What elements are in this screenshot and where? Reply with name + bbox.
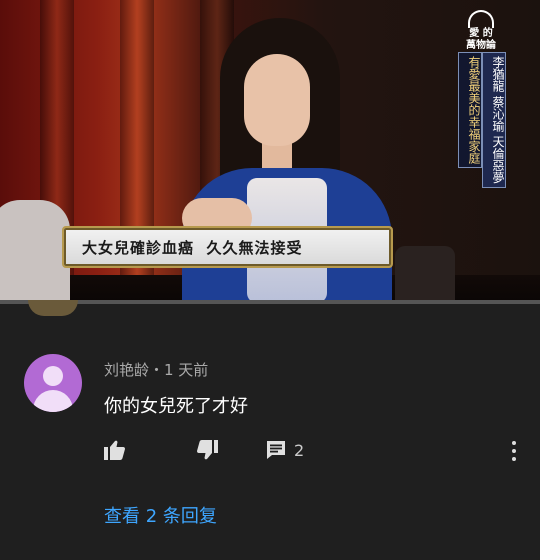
video-progress-bar[interactable] (0, 300, 540, 304)
video-caption: 大女兒確診血癌 久久無法接受 (62, 226, 393, 268)
reply-button[interactable]: 2 (266, 438, 304, 462)
guest-figure (0, 200, 70, 303)
vertical-banner-names: 李猶龍 蔡沁瑜 天倫惡夢 (482, 52, 506, 188)
more-options-button[interactable] (508, 440, 520, 462)
vertical-banner-topic: 有愛最美的幸福家庭 (458, 52, 482, 168)
previous-avatar-partial (28, 300, 78, 316)
show-logo: 愛 的 萬物論 (455, 10, 507, 51)
video-frame[interactable]: 愛 的 萬物論 李猶龍 蔡沁瑜 天倫惡夢 有愛最美的幸福家庭 大女兒確診血癌 久… (0, 0, 540, 303)
reply-comment-icon (267, 441, 285, 459)
reply-count: 2 (294, 440, 305, 460)
caption-text: 大女兒確診血癌 久久無法接受 (82, 239, 303, 257)
more-vertical-icon (512, 441, 516, 445)
comment-author-meta[interactable]: 刘艳龄・1 天前 (104, 359, 208, 380)
dislike-button[interactable] (196, 438, 218, 462)
logo-text: 愛 的 萬物論 (466, 28, 496, 51)
view-replies-link[interactable]: 查看 2 条回复 (104, 502, 217, 528)
avatar[interactable] (24, 354, 82, 412)
comment-text: 你的女兒死了才好 (104, 396, 248, 417)
chair (395, 246, 455, 303)
thumbs-down-icon (197, 440, 218, 460)
like-button[interactable] (104, 438, 126, 462)
thumbs-up-icon (104, 440, 125, 460)
